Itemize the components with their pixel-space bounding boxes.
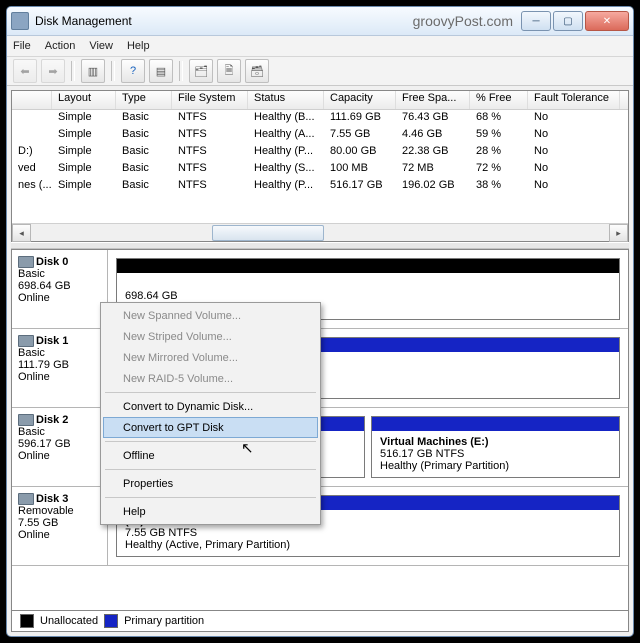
col-name[interactable] [12,91,52,109]
context-menu-item: New Spanned Volume... [103,305,318,326]
volume-body: Virtual Machines (E:)516.17 GB NTFSHealt… [372,431,619,477]
context-menu-item: New Striped Volume... [103,326,318,347]
settings-button[interactable]: ▤ [149,59,173,83]
table-row[interactable]: SimpleBasicNTFSHealthy (B...111.69 GB76.… [12,110,628,127]
close-button[interactable]: ✕ [585,11,629,31]
volume-list-header[interactable]: Layout Type File System Status Capacity … [12,91,628,110]
context-menu-item: New RAID-5 Volume... [103,368,318,389]
disk-info[interactable]: Disk 0Basic698.64 GBOnline [12,250,108,328]
toolbar: ⬅ ➡ ▥ ? ▤ 🗂 🗎 🗃 [7,57,633,86]
menubar: File Action View Help [7,36,633,57]
table-row[interactable]: nes (...SimpleBasicNTFSHealthy (P...516.… [12,178,628,195]
scroll-thumb[interactable] [212,225,324,241]
scroll-left-button[interactable]: ◂ [12,224,31,242]
context-menu-item[interactable]: Convert to GPT Disk [103,417,318,438]
app-icon [11,12,29,30]
maximize-button[interactable]: ▢ [553,11,583,31]
col-capacity[interactable]: Capacity [324,91,396,109]
context-menu-item: New Mirrored Volume... [103,347,318,368]
volume-list: Layout Type File System Status Capacity … [11,90,629,242]
legend-swatch-unallocated [20,614,34,628]
forward-button[interactable]: ➡ [41,59,65,83]
col-free[interactable]: Free Spa... [396,91,470,109]
disk-info[interactable]: Disk 1Basic111.79 GBOnline [12,329,108,407]
legend-swatch-primary [104,614,118,628]
col-pctfree[interactable]: % Free [470,91,528,109]
col-fs[interactable]: File System [172,91,248,109]
titlebar[interactable]: Disk Management groovyPost.com ─ ▢ ✕ [7,7,633,36]
menu-action[interactable]: Action [45,40,76,52]
context-menu: New Spanned Volume...New Striped Volume.… [100,302,321,525]
minimize-button[interactable]: ─ [521,11,551,31]
table-row[interactable]: vedSimpleBasicNTFSHealthy (S...100 MB72 … [12,161,628,178]
splitter[interactable] [11,242,629,249]
legend: Unallocated Primary partition [11,611,629,632]
watermark: groovyPost.com [413,13,513,29]
disk-icon [18,414,34,426]
disk-icon [18,335,34,347]
action2-button[interactable]: 🗎 [217,59,241,83]
col-layout[interactable]: Layout [52,91,116,109]
menu-help[interactable]: Help [127,40,150,52]
col-fault[interactable]: Fault Tolerance [528,91,620,109]
action3-button[interactable]: 🗃 [245,59,269,83]
volume[interactable]: Virtual Machines (E:)516.17 GB NTFSHealt… [371,416,620,478]
menu-file[interactable]: File [13,40,31,52]
table-row[interactable]: D:)SimpleBasicNTFSHealthy (P...80.00 GB2… [12,144,628,161]
back-button[interactable]: ⬅ [13,59,37,83]
horizontal-scrollbar[interactable]: ◂ ▸ [12,223,628,241]
menu-view[interactable]: View [89,40,113,52]
context-menu-item[interactable]: Properties [103,473,318,494]
context-menu-item[interactable]: Offline [103,445,318,466]
disk-info[interactable]: Disk 2Basic596.17 GBOnline [12,408,108,486]
disk-icon [18,493,34,505]
volume-header [117,259,619,273]
disk-info[interactable]: Disk 3Removable7.55 GBOnline [12,487,108,565]
window-title: Disk Management [35,14,132,28]
scroll-right-button[interactable]: ▸ [609,224,628,242]
disk-icon [18,256,34,268]
table-row[interactable]: SimpleBasicNTFSHealthy (A...7.55 GB4.46 … [12,127,628,144]
volume-header [372,417,619,431]
action1-button[interactable]: 🗂 [189,59,213,83]
legend-primary: Primary partition [124,615,204,627]
col-status[interactable]: Status [248,91,324,109]
disk-management-window: Disk Management groovyPost.com ─ ▢ ✕ Fil… [6,6,634,637]
legend-unallocated: Unallocated [40,615,98,627]
context-menu-item[interactable]: Convert to Dynamic Disk... [103,396,318,417]
context-menu-item[interactable]: Help [103,501,318,522]
cursor-icon: ↖ [241,439,254,457]
help-button[interactable]: ? [121,59,145,83]
views-button[interactable]: ▥ [81,59,105,83]
col-type[interactable]: Type [116,91,172,109]
